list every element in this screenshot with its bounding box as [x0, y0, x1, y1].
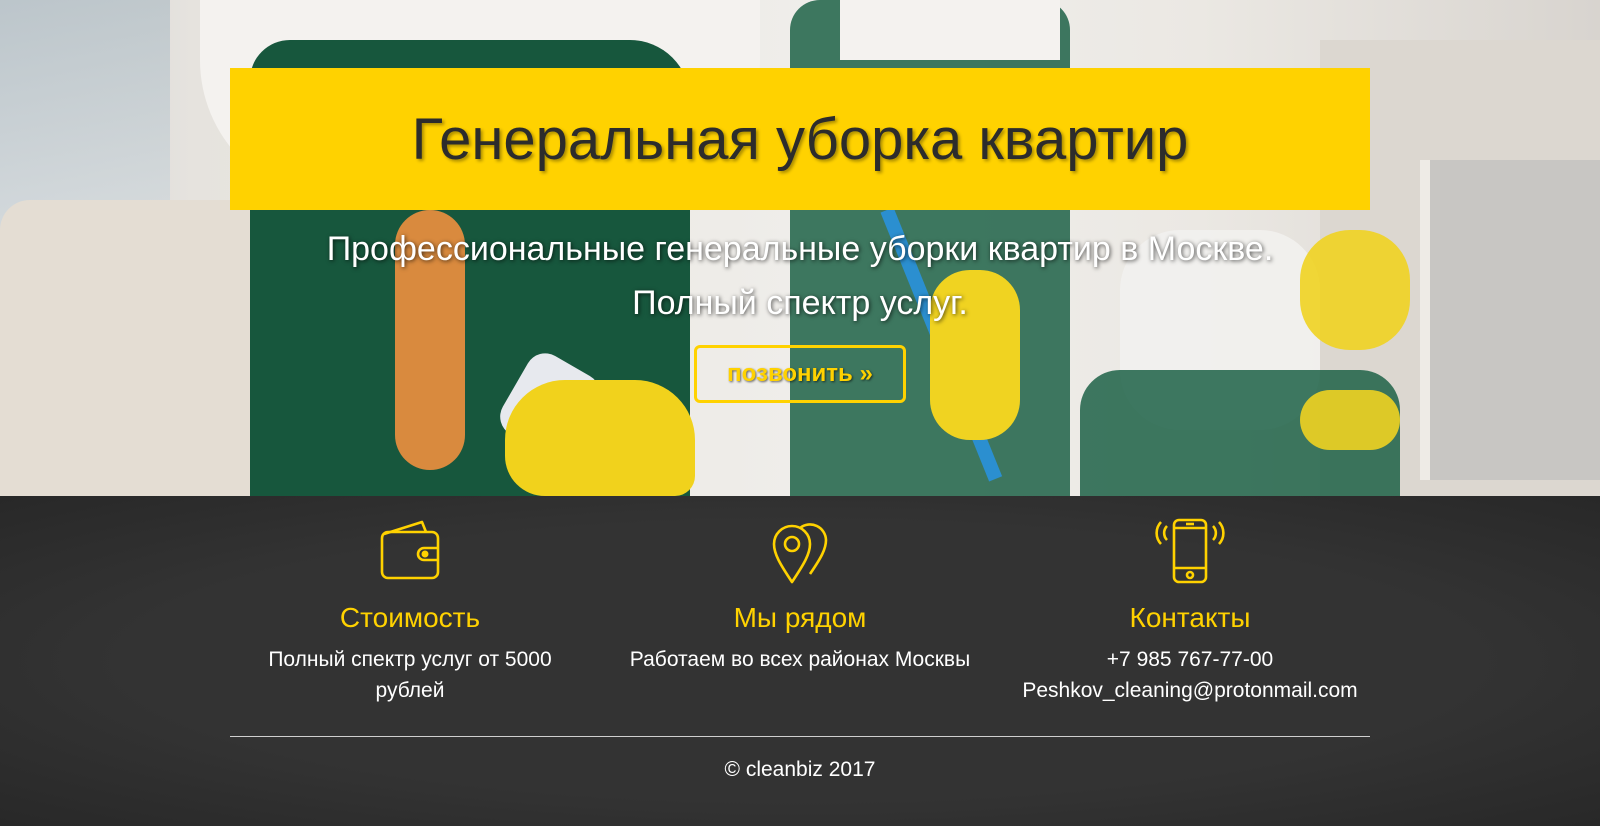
feature-text: Полный спектр услуг от 5000 рублей: [268, 648, 552, 702]
email-link[interactable]: Peshkov_cleaning@protonmail.com: [1022, 679, 1357, 702]
hero-title-banner: Генеральная уборка квартир: [230, 68, 1370, 210]
hero-photo-glove: [505, 380, 695, 496]
feature-text: Работаем во всех районах Москвы: [629, 648, 971, 671]
hero-photo-cleaner-2-shirt: [840, 0, 1060, 60]
feature-title: Стоимость: [339, 602, 481, 633]
feature-title: Мы рядом: [733, 602, 867, 633]
phone-number[interactable]: +7 985 767-77-00: [1107, 648, 1273, 671]
smartphone-icon: [1155, 518, 1225, 584]
footer-divider: [230, 736, 1370, 737]
hero-photo-fireplace-inner: [1420, 160, 1600, 480]
hero-photo-glove: [1300, 390, 1400, 450]
hero-subtitle-line: Профессиональные генеральные уборки квар…: [326, 230, 1274, 268]
feature-price: Стоимость Полный спектр услуг от 5000 ру…: [220, 518, 600, 706]
hero-subtitle: Профессиональные генеральные уборки квар…: [230, 222, 1370, 330]
feature-text: +7 985 767-77-00 Peshkov_cleaning@proton…: [1000, 644, 1380, 706]
wallet-icon: [380, 520, 440, 580]
copyright: © cleanbiz 2017: [724, 758, 876, 781]
feature-location: Мы рядом Работаем во всех районах Москвы: [610, 518, 990, 675]
hero-section: Генеральная уборка квартир Профессиональ…: [0, 0, 1600, 496]
feature-contacts: Контакты +7 985 767-77-00 Peshkov_cleani…: [1000, 518, 1380, 706]
info-footer: Стоимость Полный спектр услуг от 5000 ру…: [0, 496, 1600, 826]
call-button[interactable]: позвонить »: [694, 345, 906, 403]
page-title: Генеральная уборка квартир: [411, 106, 1189, 172]
map-pins-icon: [772, 523, 828, 584]
feature-title: Контакты: [1129, 602, 1251, 633]
hero-subtitle-line: Полный спектр услуг.: [632, 284, 968, 322]
